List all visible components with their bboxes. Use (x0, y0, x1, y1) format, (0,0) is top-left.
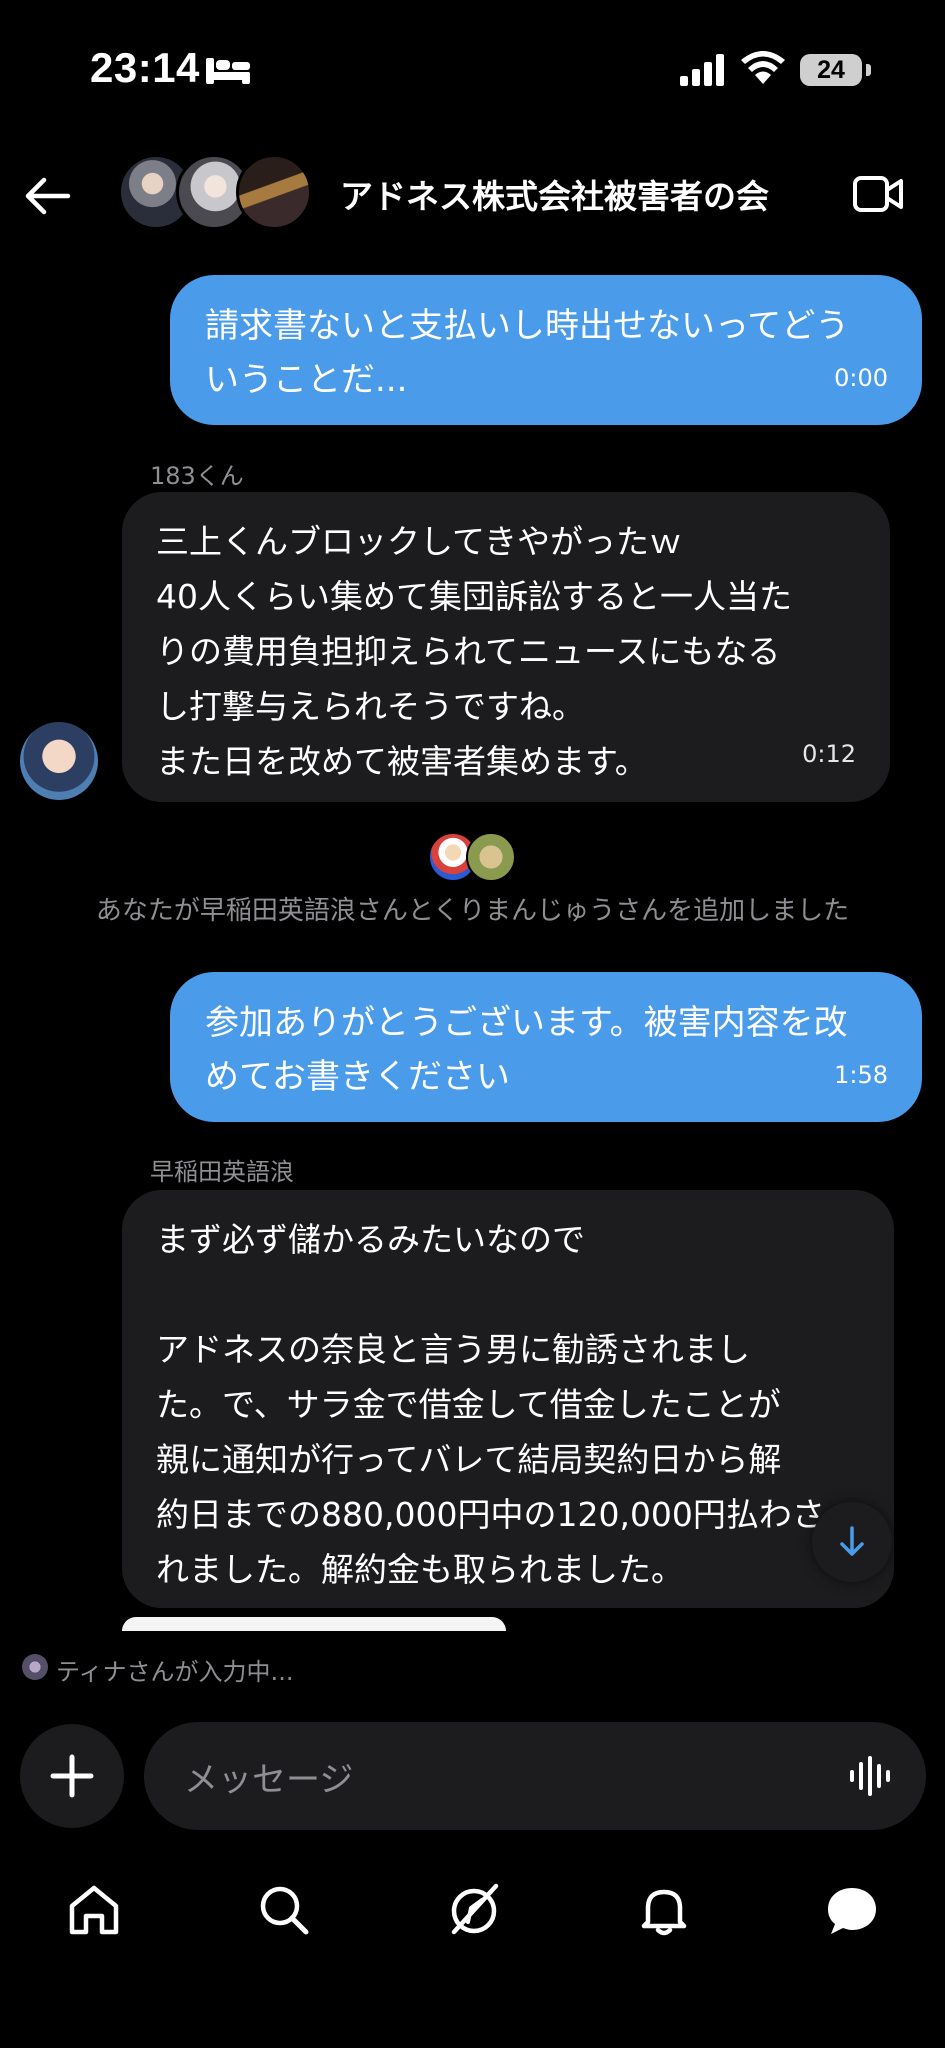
outgoing-message[interactable]: 請求書ないと支払いし時出せないってどう いうことだ... 0:00 (170, 275, 922, 425)
video-call-icon[interactable] (852, 174, 904, 214)
message-line: まず必ず儲かるみたいなので (156, 1220, 585, 1259)
message-line: 三上くんブロックしてきやがったｗ (156, 522, 683, 561)
chat-header: アドネス株式会社被害者の会 (0, 140, 945, 250)
system-note: あなたが早稲田英語浪さんとくりまんじゅうさんを追加しました (95, 896, 850, 926)
tab-home[interactable] (64, 1880, 124, 1940)
incoming-message[interactable]: 三上くんブロックしてきやがったｗ 40人くらい集めて集団訴訟すると一人当た りの… (122, 492, 890, 802)
tab-search[interactable] (254, 1880, 314, 1940)
group-title[interactable]: アドネス株式会社被害者の会 (340, 170, 769, 218)
message-line: れました。解約金も取られました。 (156, 1550, 684, 1589)
message-time: 1:58 (834, 1061, 888, 1089)
sender-name: 早稲田英語浪 (150, 1158, 294, 1186)
message-time: 0:12 (802, 740, 856, 768)
outgoing-message[interactable]: 参加ありがとうございます。被害内容を改 めてお書きください 1:58 (170, 972, 922, 1122)
message-line: りの費用負担抑えられてニュースにもなる (156, 632, 781, 671)
incoming-message[interactable]: まず必ず儲かるみたいなので アドネスの奈良と言う男に勧誘されまし た。で、サラ金… (122, 1190, 894, 1608)
messages-icon (828, 1888, 876, 1934)
message-line: いうことだ... (205, 360, 408, 400)
avatar[interactable] (20, 722, 98, 800)
home-icon (69, 1885, 119, 1935)
status-bar: 23:14 24 (0, 0, 945, 130)
battery-icon: 24 (800, 54, 862, 86)
group-avatars[interactable] (118, 154, 318, 234)
status-time: 23:14 (90, 44, 200, 91)
avatar (466, 832, 516, 882)
back-arrow-icon[interactable] (24, 174, 72, 218)
arrow-down-icon (840, 1526, 864, 1556)
message-line: めてお書きください (205, 1057, 510, 1097)
notifications-icon (641, 1889, 687, 1936)
signal-icon (680, 54, 724, 86)
message-time: 0:00 (834, 364, 888, 392)
explore-icon (451, 1883, 499, 1935)
message-line: また日を改めて被害者集めます。 (156, 742, 648, 781)
wifi-icon (741, 51, 785, 84)
message-line: 親に通知が行ってバレて結局契約日から解 (156, 1440, 782, 1479)
voice-message-icon[interactable] (848, 1754, 896, 1798)
avatar (22, 1654, 48, 1680)
message-line: アドネスの奈良と言う男に勧誘されまし (156, 1330, 750, 1369)
message-input[interactable]: メッセージ (144, 1722, 926, 1830)
message-line: 40人くらい集めて集団訴訟すると一人当た (156, 577, 792, 616)
search-icon (260, 1886, 309, 1935)
message-line: 参加ありがとうございます。被害内容を改 (205, 1003, 848, 1043)
add-attachment-button[interactable] (20, 1724, 124, 1828)
bottom-tab-bar (0, 1860, 945, 1950)
tab-explore[interactable] (444, 1880, 504, 1940)
plus-icon (50, 1754, 94, 1798)
added-members-avatars (428, 832, 518, 884)
message-line: 約日までの880,000円中の120,000円払わさ (156, 1495, 825, 1534)
message-input-placeholder: メッセージ (184, 1760, 354, 1800)
message-line: し打撃与えられそうですね。 (156, 687, 585, 726)
partial-message-bubble (122, 1617, 506, 1631)
sender-name: 183くん (150, 462, 244, 490)
tab-notifications[interactable] (634, 1880, 694, 1940)
group-avatar (236, 154, 312, 230)
message-line: た。で、サラ金で借金して借金したことが (156, 1385, 781, 1424)
message-line: 請求書ないと支払いし時出せないってどう (205, 306, 850, 346)
bed-icon (206, 58, 250, 84)
scroll-to-bottom-button[interactable] (812, 1502, 892, 1582)
typing-text: ティナさんが入力中... (56, 1658, 294, 1686)
battery-cap (866, 64, 871, 76)
tab-messages[interactable] (822, 1880, 882, 1940)
